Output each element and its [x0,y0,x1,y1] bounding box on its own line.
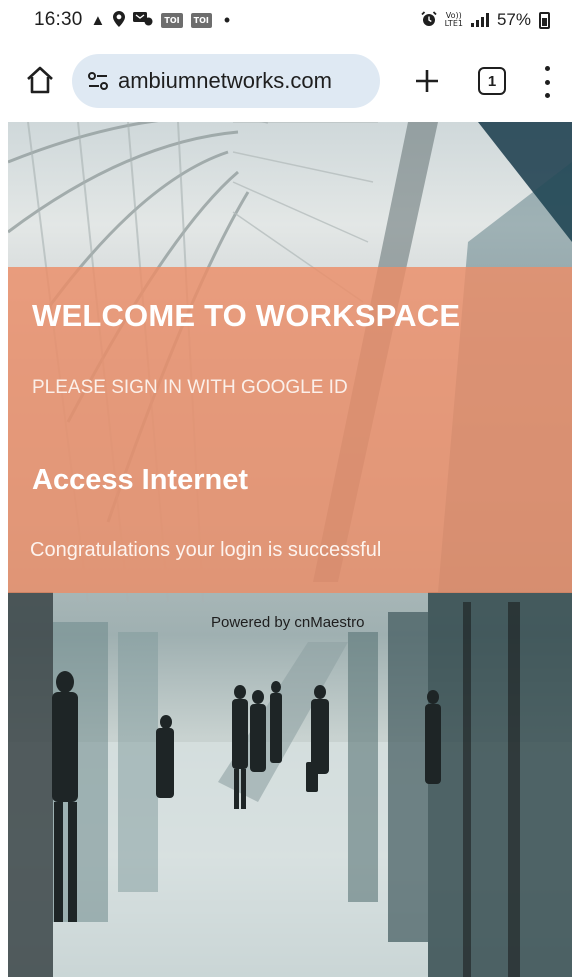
notification-dot: • [223,9,231,30]
toi-icon: TOI [161,12,183,28]
status-left: 16:30 ▲ TOI TOI • [34,9,230,31]
welcome-subtitle: PLEASE SIGN IN WITH GOOGLE ID [32,377,348,398]
status-right: Vo)) LTE1 57% [420,10,550,30]
address-bar[interactable]: ambiumnetworks.com [72,54,380,108]
signal-icon [470,13,489,27]
home-button[interactable] [24,64,56,96]
web-content: WELCOME TO WORKSPACE PLEASE SIGN IN WITH… [8,122,572,977]
volte-indicator: Vo)) LTE1 [445,12,463,28]
url-text[interactable]: ambiumnetworks.com [118,68,332,94]
status-bar: 16:30 ▲ TOI TOI • Vo)) LTE1 57% [0,0,572,40]
login-status-message: Congratulations your login is successful [30,539,382,561]
powered-by-link[interactable]: Powered by cnMaestro [211,614,364,631]
tab-switcher-button[interactable]: 1 [478,67,506,95]
menu-dot [544,93,550,98]
welcome-title: WELCOME TO WORKSPACE [32,298,461,333]
status-time: 16:30 [34,9,83,30]
menu-dot [544,79,550,85]
home-icon [27,66,53,94]
warning-icon: ▲ [90,11,106,29]
tab-count: 1 [487,72,497,90]
battery-percent: 57% [496,10,531,29]
new-tab-button[interactable] [410,64,444,98]
alarm-icon [420,10,437,30]
battery-icon [539,11,550,29]
access-title: Access Internet [32,464,248,496]
site-settings-icon[interactable] [86,69,110,93]
sms-icon [133,11,153,29]
plus-icon [416,70,438,92]
toi-icon: TOI [190,12,212,28]
more-menu-button[interactable] [540,66,554,98]
location-icon [113,10,126,30]
menu-dot [544,66,550,71]
volte-bottom: LTE1 [444,19,463,28]
browser-toolbar: ambiumnetworks.com 1 [0,40,572,122]
